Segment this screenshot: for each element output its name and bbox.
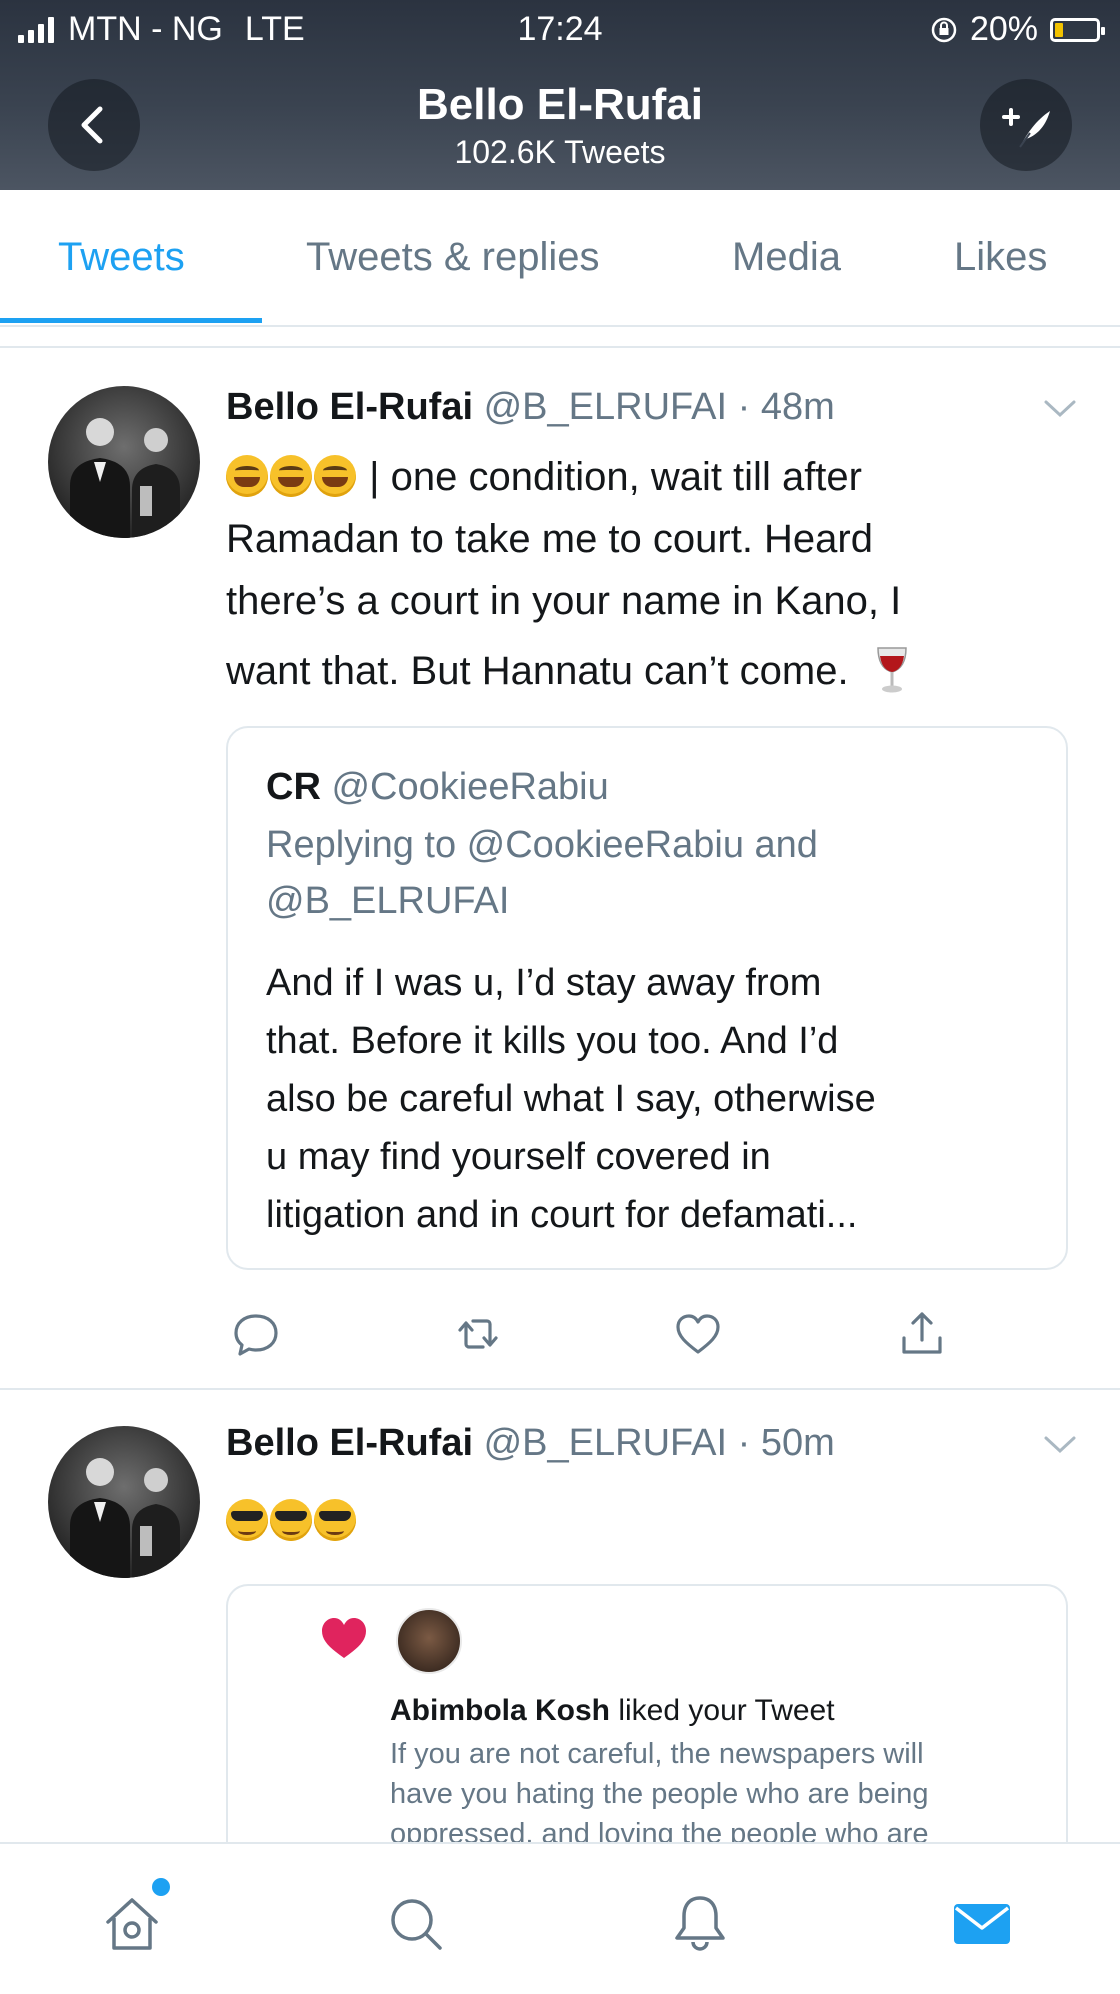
tweet-header: Bello El-Rufai @B_ELRUFAI · 48m: [226, 386, 835, 429]
tweet-text-line: Ramadan to take me to court. Heard: [226, 517, 873, 561]
bottom-tab-bar: [0, 1842, 1120, 1994]
reply-context: Replying to @CookieeRabiu and: [266, 824, 818, 866]
tweet-text-line: | one condition, wait till after: [358, 455, 862, 499]
avatar[interactable]: [48, 386, 200, 538]
tweet-time: 50m: [760, 1422, 835, 1464]
heart-icon: [322, 1618, 366, 1658]
quoted-tweet[interactable]: CR @CookieeRabiu Replying to @CookieeRab…: [226, 726, 1068, 1270]
divider: [0, 1388, 1120, 1390]
tweet-time: 48m: [760, 386, 835, 428]
tweet-text-line: want that. But Hannatu can’t come.: [226, 649, 849, 693]
tweet-text: [226, 1490, 1036, 1552]
tweet-text: | one condition, wait till after Ramadan…: [226, 446, 1036, 702]
embedded-image[interactable]: Abimbola Kosh liked your Tweet If you ar…: [226, 1584, 1068, 1884]
reply-icon[interactable]: [230, 1308, 282, 1360]
like-icon[interactable]: [672, 1308, 724, 1360]
tab-tweets[interactable]: Tweets: [58, 235, 185, 280]
compose-tweet-button[interactable]: [980, 79, 1072, 171]
author-name[interactable]: Bello El-Rufai: [226, 1422, 473, 1464]
sunglasses-emoji-icon: [226, 1499, 268, 1541]
battery-icon: [1050, 17, 1105, 42]
liker-avatar: [396, 1608, 462, 1674]
author-handle[interactable]: @B_ELRUFAI: [484, 1422, 727, 1464]
profile-header: MTN - NG LTE 17:24 20% Bello El-Rufai 10…: [0, 0, 1120, 190]
liker-name: Abimbola Kosh: [390, 1694, 611, 1727]
active-tab-indicator: [0, 318, 262, 323]
avatar[interactable]: [48, 1426, 200, 1578]
tweet-header: Bello El-Rufai @B_ELRUFAI · 50m: [226, 1422, 835, 1465]
laughing-emoji-icon: [314, 455, 356, 497]
author-name[interactable]: Bello El-Rufai: [226, 386, 473, 428]
quoted-author-handle: @CookieeRabiu: [331, 766, 609, 808]
sunglasses-emoji-icon: [314, 1499, 356, 1541]
new-content-indicator: [152, 1878, 170, 1896]
laughing-emoji-icon: [226, 455, 268, 497]
tweet-count: 102.6K Tweets: [454, 134, 666, 170]
chevron-down-icon[interactable]: [1042, 398, 1078, 420]
tab-media[interactable]: Media: [732, 235, 841, 280]
profile-name: Bello El-Rufai: [416, 80, 704, 129]
tab-tweets-and-replies[interactable]: Tweets & replies: [306, 235, 599, 280]
notifications-icon[interactable]: [668, 1892, 732, 1956]
reply-context: @B_ELRUFAI: [266, 880, 510, 922]
battery-percent: 20%: [969, 10, 1038, 48]
messages-icon[interactable]: [950, 1892, 1014, 1956]
tab-likes[interactable]: Likes: [954, 235, 1047, 280]
retweet-icon[interactable]: [452, 1308, 504, 1360]
wine-glass-emoji-icon: [876, 647, 907, 693]
chevron-down-icon[interactable]: [1042, 1434, 1078, 1456]
compose-feather-icon: [1002, 108, 1050, 148]
laughing-emoji-icon: [270, 455, 312, 497]
avatar-photo: [70, 418, 180, 538]
quoted-author-name: CR: [266, 766, 321, 808]
sunglasses-emoji-icon: [270, 1499, 312, 1541]
tweet-time-separator: ·: [727, 1422, 761, 1464]
share-icon[interactable]: [896, 1308, 948, 1360]
avatar-photo: [70, 1458, 180, 1578]
divider: [0, 346, 1120, 348]
search-icon[interactable]: [384, 1892, 448, 1956]
orientation-lock-icon: [931, 17, 957, 42]
quoted-tweet-text: And if I was u, I’d stay away from that.…: [266, 962, 876, 1236]
tweet-time-separator: ·: [727, 386, 761, 428]
notification-action: liked your Tweet: [610, 1694, 835, 1727]
notification-tweet-text: If you are not careful, the newspapers w…: [390, 1738, 929, 1850]
status-bar: MTN - NG LTE 17:24 20%: [0, 0, 1120, 60]
tweet-text-line: there’s a court in your name in Kano, I: [226, 579, 902, 623]
home-icon[interactable]: [100, 1892, 164, 1956]
author-handle[interactable]: @B_ELRUFAI: [484, 386, 727, 428]
tweet-actions: [226, 1308, 986, 1368]
battery-level: [1055, 22, 1063, 37]
profile-tabs: Tweets Tweets & replies Media Likes: [0, 190, 1120, 327]
